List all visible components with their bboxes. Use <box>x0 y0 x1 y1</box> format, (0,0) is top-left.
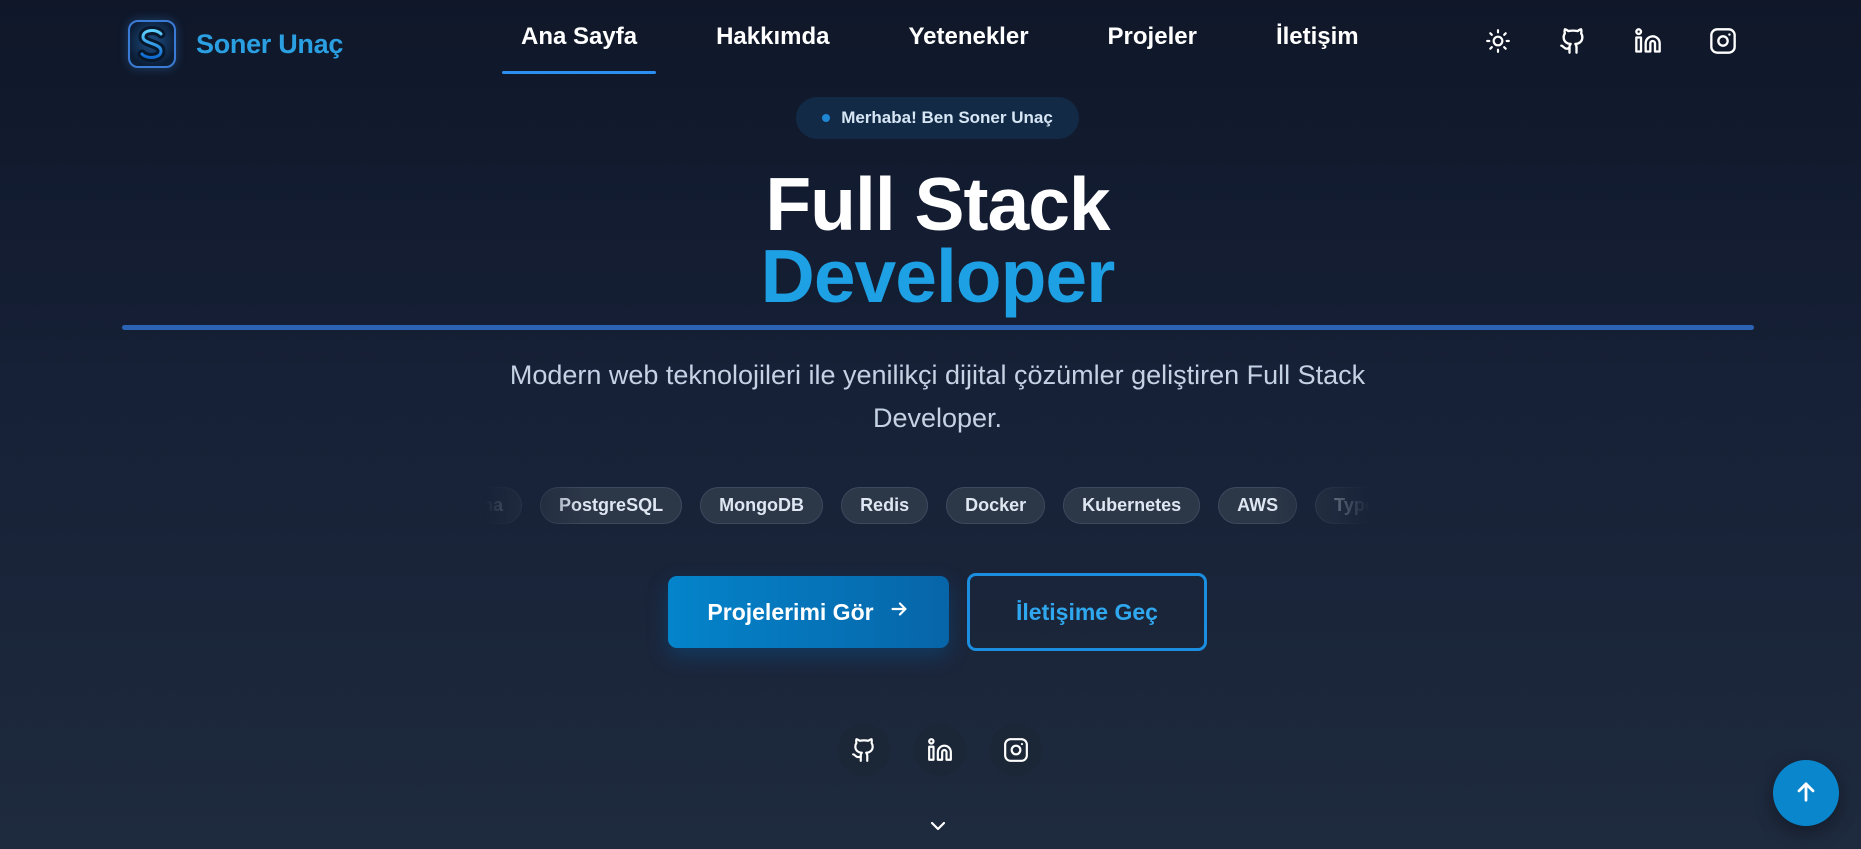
chevron-down-icon[interactable] <box>926 814 950 838</box>
greeting-badge: Merhaba! Ben Soner Unaç <box>796 97 1079 139</box>
linkedin-icon[interactable] <box>914 724 966 776</box>
brand-name: Soner Unaç <box>196 28 344 59</box>
instagram-icon[interactable] <box>990 724 1042 776</box>
nav-link-hakkimda[interactable]: Hakkımda <box>697 0 848 74</box>
hero-divider <box>122 325 1754 330</box>
s-logo-icon <box>128 20 176 68</box>
social-links <box>838 724 1042 776</box>
arrow-right-icon <box>888 598 910 626</box>
back-to-top-button[interactable] <box>1773 760 1839 826</box>
github-icon[interactable] <box>838 724 890 776</box>
arrow-up-icon <box>1792 778 1820 809</box>
sun-icon[interactable] <box>1480 23 1516 59</box>
greeting-text: Merhaba! Ben Soner Unaç <box>841 108 1053 127</box>
hero-title-line1: Full Stack <box>765 162 1110 246</box>
hero-title-line2: Developer <box>760 234 1116 318</box>
linkedin-icon[interactable] <box>1630 23 1666 59</box>
nav-link-projeler[interactable]: Projeler <box>1089 0 1216 74</box>
brand-link[interactable]: Soner Unaç <box>128 20 343 68</box>
view-projects-label: Projelerimi Gör <box>707 598 874 625</box>
hero-subtitle-line2: Developer. <box>872 403 1003 433</box>
tech-chip-track: Prisma PostgreSQL MongoDB Redis Docker K… <box>485 487 1370 524</box>
tech-chip: Docker <box>946 487 1046 524</box>
hero-title: Full Stack Developer <box>0 162 1861 318</box>
tech-marquee: Prisma PostgreSQL MongoDB Redis Docker K… <box>485 485 1370 527</box>
instagram-icon[interactable] <box>1705 23 1741 59</box>
badge-dot <box>822 114 831 122</box>
tech-chip: MongoDB <box>700 487 824 524</box>
view-projects-button[interactable]: Projelerimi Gör <box>668 576 949 648</box>
nav-link-iletisim[interactable]: İletişim <box>1257 0 1378 74</box>
nav-link-ana-sayfa[interactable]: Ana Sayfa <box>502 0 657 74</box>
nav-links: Ana Sayfa Hakkımda Yetenekler Projeler İ… <box>502 0 1419 76</box>
tech-chip: Prisma <box>485 487 523 524</box>
tech-chip: AWS <box>1218 487 1298 524</box>
navbar: Soner Unaç Ana Sayfa Hakkımda Yetenekler… <box>0 0 1861 92</box>
hero-subtitle: Modern web teknolojileri ile yenilikçi d… <box>450 354 1425 440</box>
tech-chip: Kubernetes <box>1063 487 1201 524</box>
github-icon[interactable] <box>1555 23 1591 59</box>
nav-link-yetenekler[interactable]: Yetenekler <box>889 0 1047 74</box>
tech-chip: TypeScript <box>1315 487 1370 524</box>
contact-button[interactable]: İletişime Geç <box>967 573 1207 651</box>
nav-icons <box>1480 23 1741 59</box>
tech-chip: Redis <box>841 487 929 524</box>
hero-subtitle-line1: Modern web teknolojileri ile yenilikçi d… <box>509 360 1366 390</box>
tech-chip: PostgreSQL <box>540 487 683 524</box>
